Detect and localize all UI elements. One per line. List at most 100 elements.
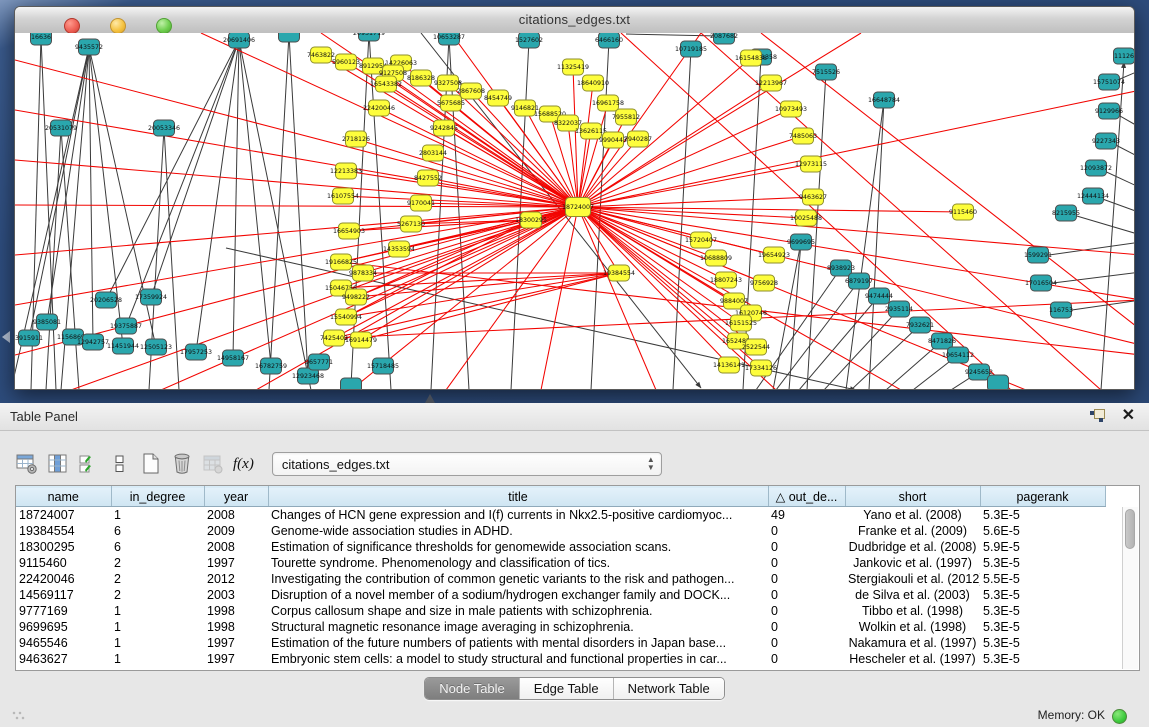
column-header-out_degree[interactable]: △ out_de... xyxy=(768,487,845,507)
cell-in_degree[interactable]: 2 xyxy=(111,555,204,571)
cell-year[interactable]: 1998 xyxy=(204,619,268,635)
cell-name[interactable]: 18300295 xyxy=(16,539,111,555)
cell-name[interactable]: 9465546 xyxy=(16,635,111,651)
table-row[interactable]: 1872400712008Changes of HCN gene express… xyxy=(16,507,1105,523)
cell-year[interactable]: 2008 xyxy=(204,507,268,523)
cell-title[interactable]: Tourette syndrome. Phenomenology and cla… xyxy=(268,555,768,571)
cell-pagerank[interactable]: 5.6E-5 xyxy=(980,523,1105,539)
tab-node-table[interactable]: Node Table xyxy=(425,678,520,699)
cell-out_degree[interactable]: 0 xyxy=(768,651,845,667)
cell-title[interactable]: Estimation of significance thresholds fo… xyxy=(268,539,768,555)
cell-in_degree[interactable]: 2 xyxy=(111,587,204,603)
cell-year[interactable]: 2008 xyxy=(204,539,268,555)
graph-node[interactable] xyxy=(341,378,362,389)
cell-year[interactable]: 1997 xyxy=(204,635,268,651)
cell-short[interactable]: Hescheler et al. (1997) xyxy=(845,651,980,667)
show-columns-icon[interactable] xyxy=(45,451,71,477)
cell-short[interactable]: de Silva et al. (2003) xyxy=(845,587,980,603)
cell-short[interactable]: Yano et al. (2008) xyxy=(845,507,980,523)
cell-short[interactable]: Dudbridge et al. (2008) xyxy=(845,539,980,555)
column-header-in_degree[interactable]: in_degree xyxy=(111,487,204,507)
cell-title[interactable]: Genome-wide association studies in ADHD. xyxy=(268,523,768,539)
table-row[interactable]: 1456911722003Disruption of a novel membe… xyxy=(16,587,1105,603)
column-header-pagerank[interactable]: pagerank xyxy=(980,487,1105,507)
cell-title[interactable]: Disruption of a novel member of a sodium… xyxy=(268,587,768,603)
cell-year[interactable]: 1998 xyxy=(204,603,268,619)
cell-in_degree[interactable]: 2 xyxy=(111,571,204,587)
cell-name[interactable]: 22420046 xyxy=(16,571,111,587)
cell-year[interactable]: 2003 xyxy=(204,587,268,603)
network-canvas[interactable]: 1663694355722069140620931719106532871527… xyxy=(15,33,1134,389)
cell-short[interactable]: Wolkin et al. (1998) xyxy=(845,619,980,635)
window-titlebar[interactable]: citations_edges.txt xyxy=(15,7,1134,34)
cell-pagerank[interactable]: 5.3E-5 xyxy=(980,651,1105,667)
cell-year[interactable]: 2012 xyxy=(204,571,268,587)
graph-node[interactable] xyxy=(279,33,300,42)
table-row[interactable]: 946554611997Estimation of the future num… xyxy=(16,635,1105,651)
cell-out_degree[interactable]: 0 xyxy=(768,635,845,651)
cell-short[interactable]: Franke et al. (2009) xyxy=(845,523,980,539)
cell-name[interactable]: 9777169 xyxy=(16,603,111,619)
cell-title[interactable]: Changes of HCN gene expression and I(f) … xyxy=(268,507,768,523)
table-row[interactable]: 1938455462009Genome-wide association stu… xyxy=(16,523,1105,539)
cell-out_degree[interactable]: 0 xyxy=(768,587,845,603)
cell-out_degree[interactable]: 0 xyxy=(768,555,845,571)
panel-collapse-arrow-icon[interactable] xyxy=(2,331,10,343)
cell-out_degree[interactable]: 0 xyxy=(768,523,845,539)
cell-out_degree[interactable]: 0 xyxy=(768,603,845,619)
cell-in_degree[interactable]: 1 xyxy=(111,651,204,667)
cell-in_degree[interactable]: 1 xyxy=(111,619,204,635)
table-settings-icon[interactable] xyxy=(14,451,40,477)
cell-name[interactable]: 9115460 xyxy=(16,555,111,571)
resize-grip-icon[interactable] xyxy=(12,711,28,721)
new-table-icon[interactable] xyxy=(138,451,164,477)
cell-short[interactable]: Jankovic et al. (1997) xyxy=(845,555,980,571)
cell-short[interactable]: Stergiakouli et al. (2012) xyxy=(845,571,980,587)
tab-edge-table[interactable]: Edge Table xyxy=(520,678,614,699)
cell-pagerank[interactable]: 5.3E-5 xyxy=(980,635,1105,651)
cell-name[interactable]: 9699695 xyxy=(16,619,111,635)
close-panel-icon[interactable]: ✕ xyxy=(1122,407,1135,425)
table-row[interactable]: 1830029562008Estimation of significance … xyxy=(16,539,1105,555)
cell-in_degree[interactable]: 6 xyxy=(111,523,204,539)
table-row[interactable]: 946362711997Embryonic stem cells: a mode… xyxy=(16,651,1105,667)
cell-out_degree[interactable]: 0 xyxy=(768,619,845,635)
cell-title[interactable]: Investigating the contribution of common… xyxy=(268,571,768,587)
cell-year[interactable]: 1997 xyxy=(204,555,268,571)
cell-name[interactable]: 14569117 xyxy=(16,587,111,603)
cell-year[interactable]: 1997 xyxy=(204,651,268,667)
tab-network-table[interactable]: Network Table xyxy=(614,678,724,699)
table-row[interactable]: 977716911998Corpus callosum shape and si… xyxy=(16,603,1105,619)
float-window-icon[interactable] xyxy=(1090,409,1105,423)
row-height-icon[interactable] xyxy=(107,451,133,477)
scrollbar-thumb[interactable] xyxy=(1125,509,1135,549)
cell-short[interactable]: Tibbo et al. (1998) xyxy=(845,603,980,619)
table-row[interactable]: 969969511998Structural magnetic resonanc… xyxy=(16,619,1105,635)
cell-pagerank[interactable]: 5.3E-5 xyxy=(980,587,1105,603)
select-columns-icon[interactable] xyxy=(76,451,102,477)
cell-title[interactable]: Estimation of the future numbers of pati… xyxy=(268,635,768,651)
cell-title[interactable]: Embryonic stem cells: a model to study s… xyxy=(268,651,768,667)
cell-short[interactable]: Nakamura et al. (1997) xyxy=(845,635,980,651)
column-header-short[interactable]: short xyxy=(845,487,980,507)
cell-year[interactable]: 2009 xyxy=(204,523,268,539)
cell-name[interactable]: 9463627 xyxy=(16,651,111,667)
delete-table-icon[interactable] xyxy=(169,451,195,477)
cell-pagerank[interactable]: 5.3E-5 xyxy=(980,507,1105,523)
cell-pagerank[interactable]: 5.3E-5 xyxy=(980,603,1105,619)
table-row[interactable]: 911546021997Tourette syndrome. Phenomeno… xyxy=(16,555,1105,571)
memory-status-indicator[interactable] xyxy=(1112,709,1127,724)
cell-pagerank[interactable]: 5.9E-5 xyxy=(980,539,1105,555)
column-header-title[interactable]: title xyxy=(268,487,768,507)
cell-pagerank[interactable]: 5.3E-5 xyxy=(980,555,1105,571)
graph-node[interactable] xyxy=(988,375,1009,389)
cell-out_degree[interactable]: 0 xyxy=(768,539,845,555)
table-row[interactable]: 2242004622012Investigating the contribut… xyxy=(16,571,1105,587)
column-header-name[interactable]: name xyxy=(16,487,111,507)
cell-out_degree[interactable]: 49 xyxy=(768,507,845,523)
cell-in_degree[interactable]: 1 xyxy=(111,635,204,651)
cell-in_degree[interactable]: 6 xyxy=(111,539,204,555)
network-selector-dropdown[interactable]: citations_edges.txt ▲▼ xyxy=(272,452,662,476)
cell-pagerank[interactable]: 5.5E-5 xyxy=(980,571,1105,587)
column-header-year[interactable]: year xyxy=(204,487,268,507)
